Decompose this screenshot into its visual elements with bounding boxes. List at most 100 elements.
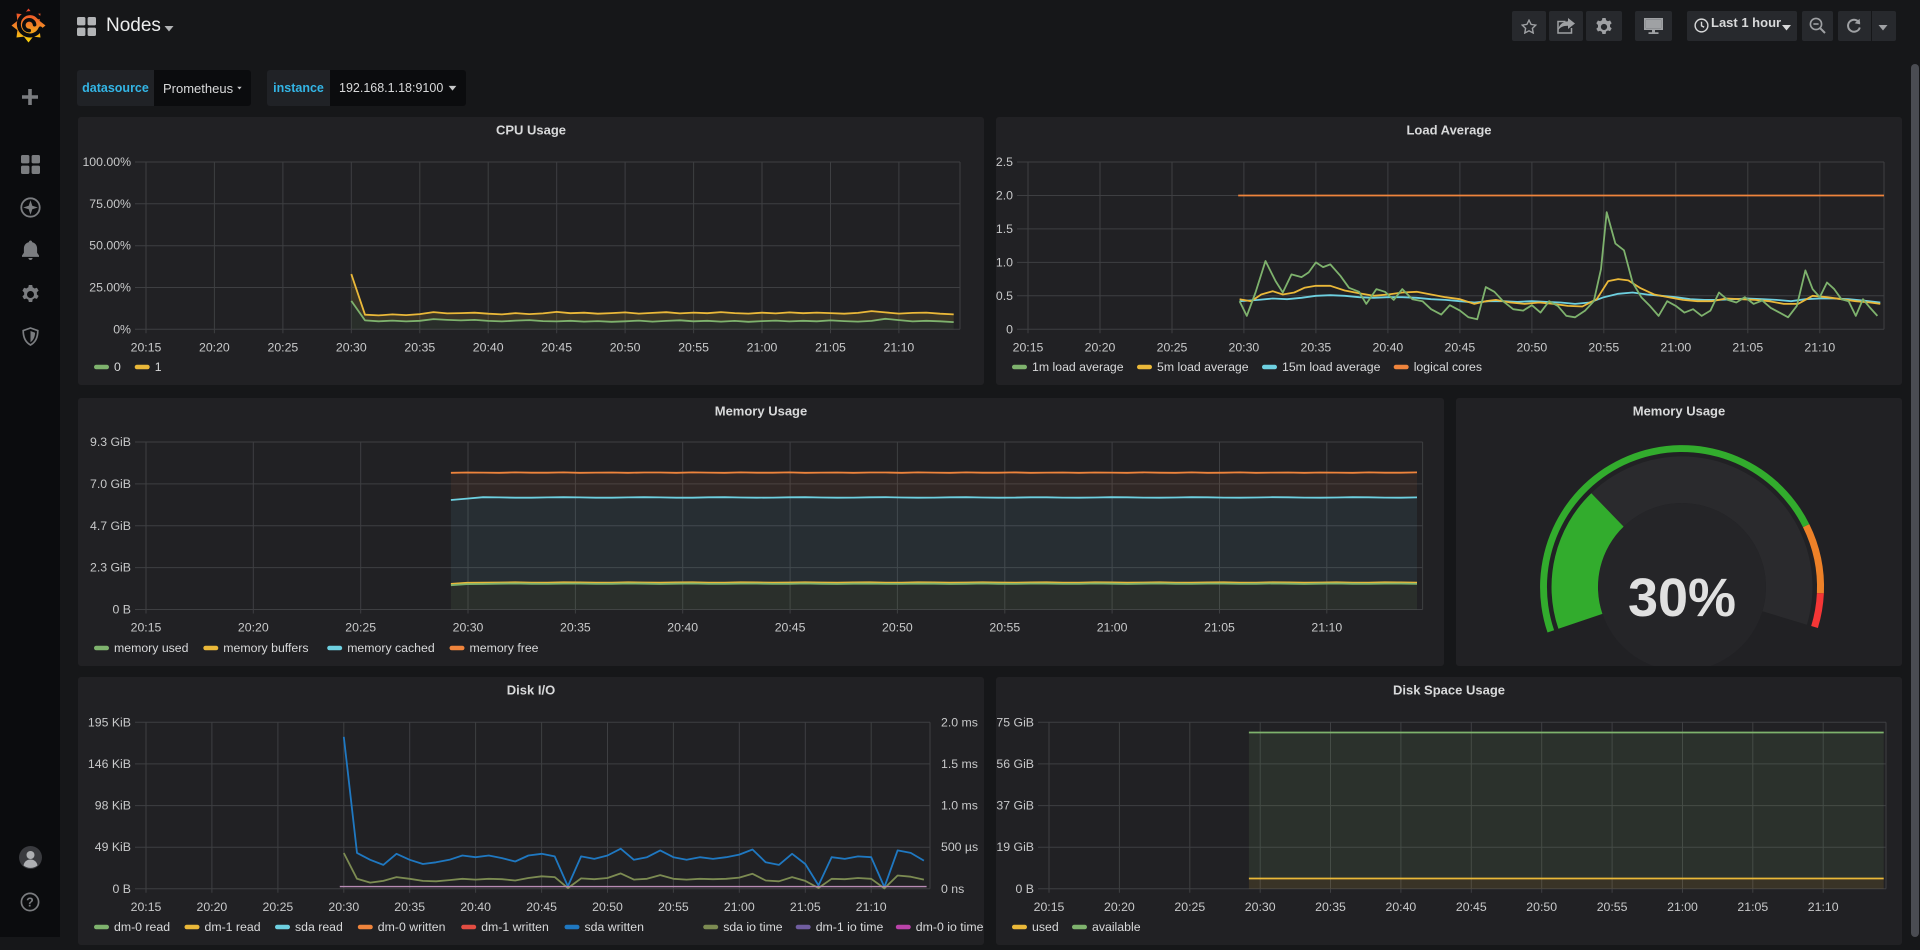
svg-text:20:20: 20:20 [199, 340, 230, 354]
svg-text:20:40: 20:40 [1386, 900, 1417, 914]
svg-text:20:45: 20:45 [1456, 900, 1487, 914]
svg-text:20:35: 20:35 [404, 340, 435, 354]
svg-text:2.0 ms: 2.0 ms [941, 715, 978, 729]
svg-text:20:45: 20:45 [1445, 340, 1476, 354]
svg-text:21:00: 21:00 [747, 340, 778, 354]
svg-text:1.5: 1.5 [996, 222, 1013, 236]
svg-text:20:40: 20:40 [473, 340, 504, 354]
svg-text:21:00: 21:00 [1660, 340, 1691, 354]
svg-text:memory used: memory used [114, 641, 189, 655]
svg-text:Disk I/O: Disk I/O [507, 683, 555, 698]
svg-text:49 KiB: 49 KiB [95, 840, 131, 854]
svg-text:1.0 ms: 1.0 ms [941, 799, 978, 813]
svg-text:20:55: 20:55 [989, 621, 1020, 635]
svg-text:memory cached: memory cached [347, 641, 435, 655]
svg-text:sda written: sda written [585, 920, 645, 934]
svg-text:memory buffers: memory buffers [223, 641, 308, 655]
svg-text:20:50: 20:50 [610, 340, 641, 354]
svg-text:21:05: 21:05 [1204, 621, 1235, 635]
svg-text:20:50: 20:50 [1526, 900, 1557, 914]
svg-text:used: used [1032, 920, 1059, 934]
svg-text:20:25: 20:25 [1157, 340, 1188, 354]
svg-text:21:05: 21:05 [815, 340, 846, 354]
svg-text:1.5 ms: 1.5 ms [941, 757, 978, 771]
svg-text:20:30: 20:30 [1245, 900, 1276, 914]
svg-text:21:05: 21:05 [1737, 900, 1768, 914]
svg-text:20:15: 20:15 [131, 340, 162, 354]
svg-text:20:25: 20:25 [1174, 900, 1205, 914]
svg-text:20:15: 20:15 [1034, 900, 1065, 914]
svg-text:0 B: 0 B [1016, 882, 1034, 896]
svg-text:CPU Usage: CPU Usage [496, 123, 566, 138]
svg-text:21:05: 21:05 [790, 900, 821, 914]
svg-text:20:55: 20:55 [1588, 340, 1619, 354]
svg-text:dm-0 read: dm-0 read [114, 920, 170, 934]
svg-text:dm-1 written: dm-1 written [481, 920, 549, 934]
svg-text:5m load average: 5m load average [1157, 360, 1249, 374]
svg-text:0%: 0% [113, 322, 131, 336]
svg-text:50.00%: 50.00% [89, 239, 131, 253]
svg-text:21:05: 21:05 [1732, 340, 1763, 354]
svg-text:2.5: 2.5 [996, 155, 1013, 169]
svg-text:21:00: 21:00 [724, 900, 755, 914]
svg-text:20:45: 20:45 [541, 340, 572, 354]
svg-text:20:15: 20:15 [131, 900, 162, 914]
svg-text:56 GiB: 56 GiB [996, 757, 1034, 771]
svg-text:0 B: 0 B [113, 882, 131, 896]
svg-text:sda io time: sda io time [723, 920, 783, 934]
svg-text:20:40: 20:40 [460, 900, 491, 914]
svg-text:20:40: 20:40 [1373, 340, 1404, 354]
svg-text:20:55: 20:55 [678, 340, 709, 354]
svg-text:20:55: 20:55 [1597, 900, 1628, 914]
svg-text:75.00%: 75.00% [89, 197, 131, 211]
svg-text:20:35: 20:35 [394, 900, 425, 914]
svg-text:memory free: memory free [470, 641, 539, 655]
svg-text:20:20: 20:20 [238, 621, 269, 635]
svg-text:21:00: 21:00 [1097, 621, 1128, 635]
svg-text:500 µs: 500 µs [941, 840, 978, 854]
svg-text:75 GiB: 75 GiB [996, 715, 1034, 729]
svg-text:100.00%: 100.00% [82, 155, 131, 169]
svg-text:20:50: 20:50 [882, 621, 913, 635]
svg-text:20:20: 20:20 [197, 900, 228, 914]
svg-text:20:50: 20:50 [1517, 340, 1548, 354]
svg-text:20:25: 20:25 [263, 900, 294, 914]
svg-text:0: 0 [114, 360, 121, 374]
svg-text:146 KiB: 146 KiB [88, 757, 131, 771]
svg-text:20:55: 20:55 [658, 900, 689, 914]
svg-text:21:10: 21:10 [884, 340, 915, 354]
svg-text:9.3 GiB: 9.3 GiB [90, 435, 131, 449]
svg-text:195 KiB: 195 KiB [88, 715, 131, 729]
svg-text:20:25: 20:25 [268, 340, 299, 354]
svg-text:2.0: 2.0 [996, 189, 1013, 203]
svg-text:?: ? [26, 896, 34, 910]
svg-text:0: 0 [1006, 322, 1013, 336]
svg-text:4.7 GiB: 4.7 GiB [90, 519, 131, 533]
svg-text:dm-1 io time: dm-1 io time [816, 920, 884, 934]
svg-text:20:45: 20:45 [526, 900, 557, 914]
svg-text:sda read: sda read [295, 920, 343, 934]
svg-text:20:20: 20:20 [1085, 340, 1116, 354]
svg-text:available: available [1092, 920, 1141, 934]
svg-text:1: 1 [155, 360, 162, 374]
svg-text:21:10: 21:10 [1808, 900, 1839, 914]
svg-text:21:10: 21:10 [1804, 340, 1835, 354]
svg-text:0 ns: 0 ns [941, 882, 964, 896]
svg-text:2.3 GiB: 2.3 GiB [90, 561, 131, 575]
svg-text:20:35: 20:35 [1301, 340, 1332, 354]
svg-text:20:40: 20:40 [667, 621, 698, 635]
svg-text:21:10: 21:10 [856, 900, 887, 914]
svg-text:Disk Space Usage: Disk Space Usage [1393, 683, 1505, 698]
svg-text:98 KiB: 98 KiB [95, 799, 131, 813]
svg-text:Memory Usage: Memory Usage [715, 404, 807, 419]
svg-text:20:30: 20:30 [328, 900, 359, 914]
svg-text:30%: 30% [1628, 568, 1736, 628]
svg-text:20:30: 20:30 [1229, 340, 1260, 354]
svg-text:0 B: 0 B [113, 603, 131, 617]
svg-text:20:50: 20:50 [592, 900, 623, 914]
svg-text:20:15: 20:15 [131, 621, 162, 635]
svg-text:Load Average: Load Average [1406, 123, 1491, 138]
svg-text:20:30: 20:30 [336, 340, 367, 354]
svg-text:1m load average: 1m load average [1032, 360, 1124, 374]
svg-text:20:15: 20:15 [1013, 340, 1044, 354]
